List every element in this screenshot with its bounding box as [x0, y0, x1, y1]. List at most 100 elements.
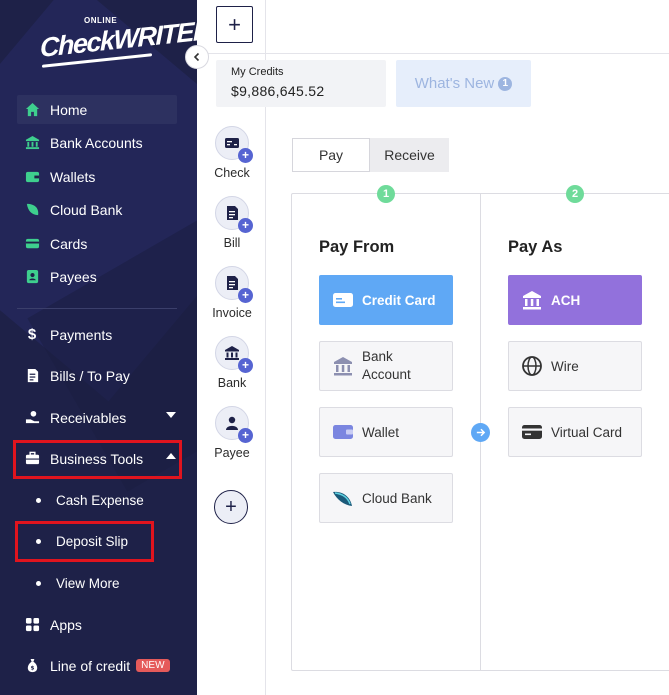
sidebar: ONLINE CheckWRITER Home Bank Accounts Wa…	[0, 0, 197, 695]
check-icon: +	[215, 126, 253, 163]
pay-as-virtual-card[interactable]: Virtual Card	[508, 407, 642, 457]
plus-icon: +	[238, 218, 253, 233]
money-bag-icon: $	[23, 657, 41, 675]
bank-icon	[521, 289, 543, 311]
pay-from-title: Pay From	[319, 238, 395, 256]
contact-icon	[23, 268, 41, 286]
tab-pay[interactable]: Pay	[292, 138, 370, 172]
pay-from-cloud-bank[interactable]: Cloud Bank	[319, 473, 453, 523]
sidebar-item-apps[interactable]: Apps	[17, 610, 177, 639]
apps-grid-icon	[23, 616, 41, 634]
topbar-divider	[198, 53, 669, 54]
sidebar-item-home[interactable]: Home	[17, 95, 177, 124]
pay-from-bank-account[interactable]: Bank Account	[319, 341, 453, 391]
pay-from-wallet[interactable]: Wallet	[319, 407, 453, 457]
option-label: Virtual Card	[551, 424, 623, 440]
sidebar-item-cards[interactable]: Cards	[17, 229, 177, 258]
credit-card-icon	[332, 289, 354, 311]
credits-value: $9,886,645.52	[231, 83, 325, 99]
sidebar-item-label: Cloud Bank	[50, 201, 123, 218]
highlight-box	[15, 521, 154, 562]
sidebar-item-payees[interactable]: Payees	[17, 262, 177, 291]
option-label: Credit Card	[362, 292, 436, 308]
option-label: Wallet	[362, 424, 400, 440]
sidebar-item-label: Apps	[50, 616, 82, 633]
home-icon	[23, 101, 41, 119]
sidebar-sub-cash-expense[interactable]: Cash Expense	[20, 485, 170, 515]
sidebar-item-label: Line of credit	[50, 657, 131, 674]
leaf-icon	[23, 201, 41, 219]
quick-action-check[interactable]: + Check	[198, 126, 266, 180]
sidebar-item-label: Wallets	[50, 168, 96, 185]
pay-as-ach[interactable]: ACH	[508, 275, 642, 325]
option-label: Bank Account	[362, 349, 411, 382]
new-badge: NEW	[136, 659, 170, 672]
cloud-bank-leaf-icon	[332, 487, 354, 509]
quick-action-payee[interactable]: + Payee	[198, 406, 266, 460]
sidebar-sub-label: Cash Expense	[56, 492, 144, 508]
collapse-sidebar-button[interactable]	[185, 45, 209, 69]
highlight-box	[13, 440, 182, 479]
plus-icon: +	[238, 428, 253, 443]
bullet-icon	[36, 497, 41, 503]
bank-icon	[23, 134, 41, 152]
add-quick-action-button[interactable]: +	[214, 490, 248, 524]
whats-new-label: What's New	[414, 75, 495, 92]
sidebar-item-line-of-credit[interactable]: $ Line of credit NEW	[17, 651, 182, 680]
option-label: ACH	[551, 292, 581, 308]
plus-icon: +	[238, 358, 253, 373]
sidebar-item-label: Receivables	[50, 409, 127, 426]
sidebar-divider	[17, 308, 177, 309]
globe-icon	[521, 355, 543, 377]
step-badge: 1	[377, 185, 395, 203]
sidebar-item-cloud-bank[interactable]: Cloud Bank	[17, 195, 177, 224]
add-button[interactable]: +	[216, 6, 253, 43]
sidebar-item-bank-accounts[interactable]: Bank Accounts	[17, 128, 177, 157]
wallet-icon	[23, 168, 41, 186]
option-label: Cloud Bank	[362, 490, 432, 506]
quick-action-bill[interactable]: + Bill	[198, 196, 266, 250]
sidebar-item-label: Payments	[50, 326, 113, 343]
pay-as-wire[interactable]: Wire	[508, 341, 642, 391]
sidebar-item-label: Bank Accounts	[50, 134, 143, 151]
sidebar-item-bills[interactable]: Bills / To Pay	[17, 361, 177, 390]
sidebar-item-label: Bills / To Pay	[50, 367, 130, 384]
sidebar-item-label: Cards	[50, 235, 88, 252]
quick-action-label: Payee	[214, 446, 250, 460]
arrow-right-icon	[471, 423, 490, 442]
sidebar-item-wallets[interactable]: Wallets	[17, 162, 177, 191]
tab-receive[interactable]: Receive	[370, 138, 449, 172]
virtual-card-icon	[521, 421, 543, 443]
sidebar-item-payments[interactable]: $ Payments	[17, 320, 177, 349]
quick-action-invoice[interactable]: + Invoice	[198, 266, 266, 320]
quick-action-bank[interactable]: + Bank	[198, 336, 266, 390]
pay-as-title: Pay As	[508, 238, 563, 256]
step-badge: 2	[566, 185, 584, 203]
whats-new-button[interactable]: What's New 1	[396, 60, 531, 107]
bank-icon: +	[215, 336, 253, 373]
invoice-icon: +	[215, 266, 253, 303]
quick-action-label: Invoice	[212, 306, 252, 320]
sidebar-item-receivables[interactable]: Receivables	[17, 403, 182, 432]
credits-panel: My Credits $9,886,645.52	[216, 60, 386, 107]
quick-action-label: Bank	[217, 376, 247, 390]
credits-label: My Credits	[231, 66, 284, 78]
bill-icon: +	[215, 196, 253, 233]
quick-action-label: Bill	[223, 236, 241, 250]
bill-icon	[23, 367, 41, 385]
brand-logo-small: ONLINE	[84, 16, 118, 25]
sidebar-sub-view-more[interactable]: View More	[20, 568, 170, 598]
card-icon	[23, 235, 41, 253]
sidebar-item-label: Home	[50, 101, 88, 118]
chevron-down-icon	[166, 412, 176, 418]
plus-icon: +	[238, 148, 253, 163]
wallet-icon	[332, 421, 354, 443]
quick-action-label: Check	[214, 166, 250, 180]
pay-from-credit-card[interactable]: Credit Card	[319, 275, 453, 325]
whats-new-count: 1	[498, 76, 513, 91]
bullet-icon	[36, 580, 41, 586]
bank-icon	[332, 355, 354, 377]
hand-coin-icon	[23, 409, 41, 427]
brand-logo[interactable]: ONLINE CheckWRITER	[40, 14, 197, 70]
option-label: Wire	[551, 358, 579, 374]
